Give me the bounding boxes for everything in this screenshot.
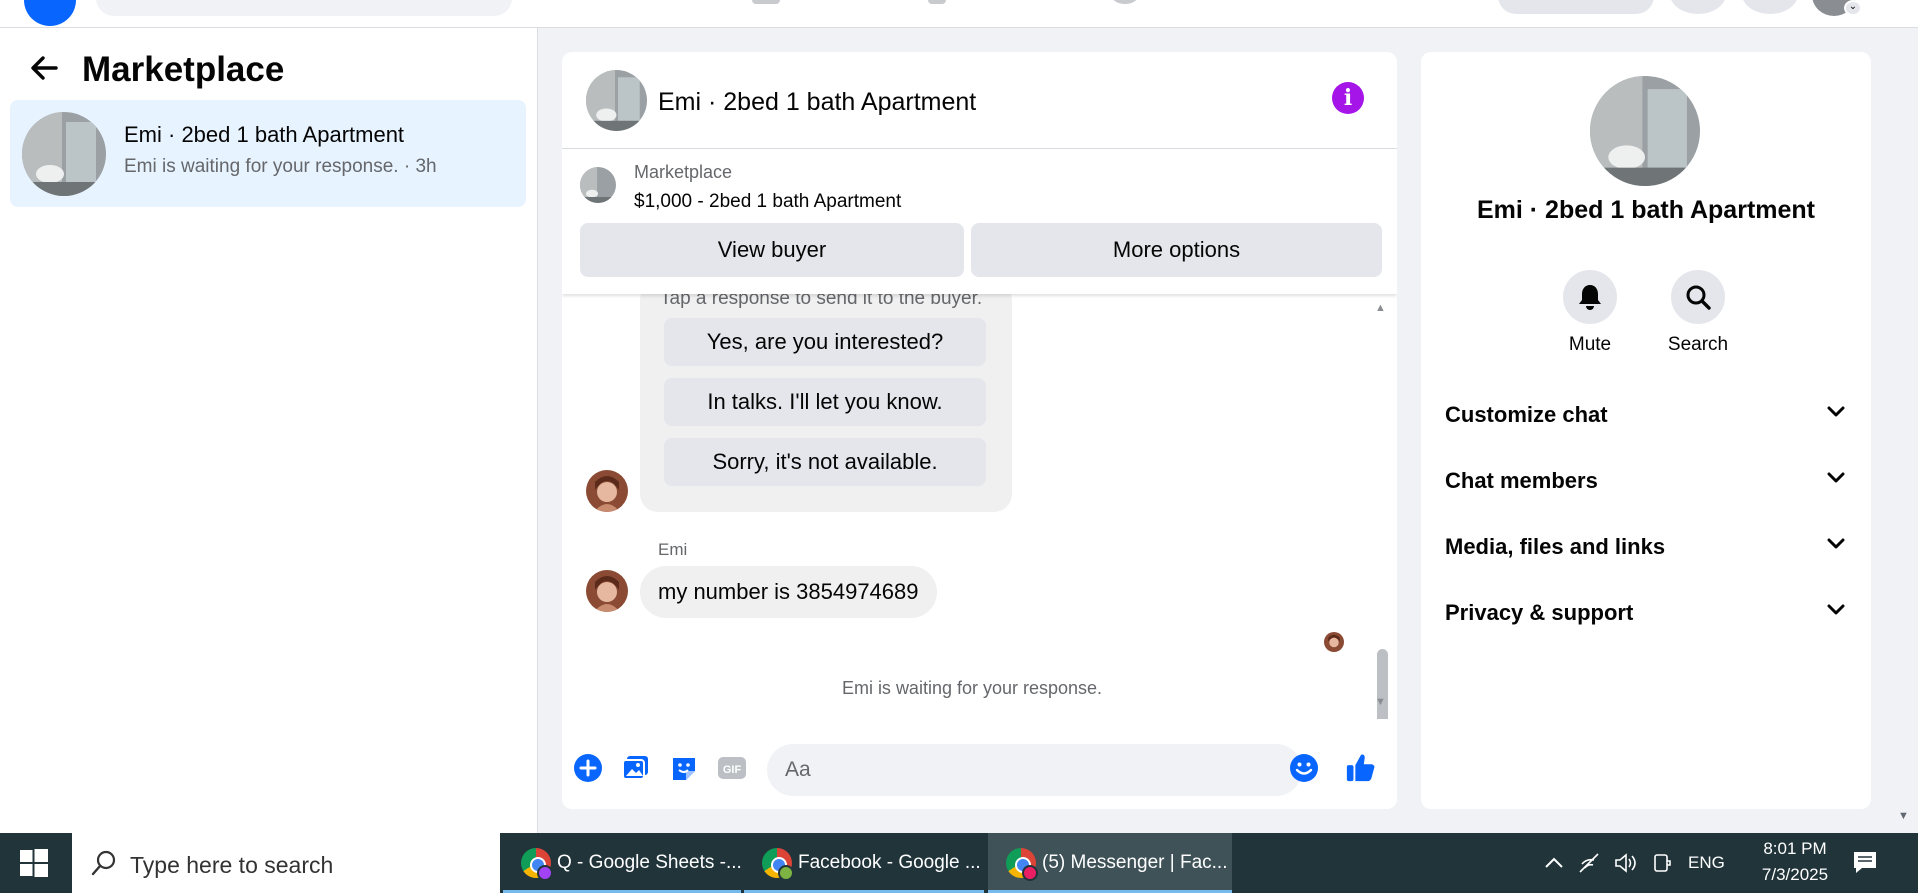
thread-status: Emi is waiting for your response. · 3h	[124, 156, 437, 177]
notification-center-icon[interactable]	[1852, 849, 1884, 877]
chevron-down-icon	[1827, 406, 1845, 417]
chevron-down-icon	[1827, 472, 1845, 483]
waiting-status-note: Emi is waiting for your response.	[841, 678, 1103, 698]
chat-title[interactable]: Emi · 2bed 1 bath Apartment	[658, 88, 976, 117]
taskbar-search-placeholder: Type here to search	[130, 852, 334, 878]
more-options-button[interactable]: More options	[971, 223, 1382, 277]
profile-badge-icon	[537, 865, 553, 881]
chat-members-section[interactable]: Chat members	[1435, 454, 1857, 510]
profile-badge-icon	[1022, 865, 1038, 881]
taskbar-app-facebook[interactable]: Facebook - Google ...	[744, 833, 984, 893]
scroll-up-arrow-icon[interactable]: ▲	[1375, 302, 1386, 314]
network-icon[interactable]	[1578, 851, 1602, 875]
show-hidden-icons-chevron-icon[interactable]	[1542, 851, 1566, 875]
facebook-search-input[interactable]	[96, 0, 512, 16]
taskbar-app-title: (5) Messenger | Fac...	[1042, 852, 1228, 873]
listing-source-label: Marketplace	[634, 162, 733, 182]
privacy-support-section[interactable]: Privacy & support	[1435, 586, 1857, 642]
groups-nav-icon[interactable]	[1112, 0, 1138, 4]
listing-price-title[interactable]: $1,000 - 2bed 1 bath Apartment	[634, 191, 901, 213]
back-arrow-icon[interactable]	[26, 50, 62, 86]
chevron-down-icon	[1827, 538, 1845, 549]
listing-photo-avatar	[22, 112, 106, 196]
clock-time[interactable]: 8:01 PM	[1750, 839, 1840, 859]
scroll-down-arrow-icon[interactable]: ▼	[1375, 696, 1386, 708]
menu-icon[interactable]	[1670, 0, 1726, 14]
taskbar-search-box[interactable]: Type here to search	[72, 833, 500, 893]
conversation-avatar[interactable]	[1590, 76, 1700, 186]
windows-start-icon[interactable]	[14, 847, 54, 879]
chat-header: Emi · 2bed 1 bath Apartment i	[562, 52, 1397, 149]
thread-list-item[interactable]: Emi · 2bed 1 bath Apartment Emi is waiti…	[10, 100, 526, 207]
svg-text:GIF: GIF	[723, 764, 742, 776]
message-scrollbar[interactable]	[1377, 649, 1388, 719]
facebook-logo-icon[interactable]	[24, 0, 76, 26]
search-icon	[91, 850, 116, 876]
input-language[interactable]: ENG	[1688, 853, 1725, 873]
windows-taskbar: Type here to search Q - Google Sheets -.…	[0, 833, 1918, 893]
volume-icon[interactable]	[1614, 851, 1638, 875]
page-title: Marketplace	[82, 50, 285, 89]
section-label: Privacy & support	[1445, 600, 1634, 625]
listing-thumbnail[interactable]	[580, 167, 616, 203]
message-composer: GIF	[562, 732, 1397, 802]
bell-icon	[1563, 270, 1617, 324]
message-list[interactable]: Tap a response to send it to the buyer. …	[562, 294, 1397, 719]
quick-reply-button[interactable]: In talks. I'll let you know.	[664, 378, 986, 426]
watch-nav-icon[interactable]	[752, 0, 780, 4]
marketplace-nav-icon[interactable]	[928, 0, 946, 4]
conversation-title: Emi · 2bed 1 bath Apartment	[1476, 196, 1815, 224]
search-icon	[1671, 270, 1725, 324]
thumbs-up-icon[interactable]	[1345, 752, 1377, 784]
profile-badge-icon	[778, 865, 794, 881]
view-buyer-button[interactable]: View buyer	[580, 223, 964, 277]
customize-chat-section[interactable]: Customize chat	[1435, 388, 1857, 444]
quick-reply-button[interactable]: Sorry, it's not available.	[664, 438, 986, 486]
search-in-conversation-button[interactable]: Search	[1655, 270, 1741, 356]
top-navigation-bar: ⌄	[0, 0, 1918, 28]
listing-card: Marketplace $1,000 - 2bed 1 bath Apartme…	[562, 149, 1397, 294]
search-label: Search	[1667, 334, 1729, 355]
sender-avatar[interactable]	[586, 470, 628, 512]
section-label: Media, files and links	[1445, 534, 1666, 559]
media-files-links-section[interactable]: Media, files and links	[1435, 520, 1857, 576]
conversation-info-icon[interactable]: i	[1332, 82, 1364, 114]
photo-icon[interactable]	[620, 752, 652, 784]
thread-name: Emi · 2bed 1 bath Apartment	[124, 122, 405, 147]
gif-icon[interactable]: GIF	[716, 752, 748, 784]
sender-name: Emi	[658, 540, 688, 559]
chevron-down-icon	[1827, 604, 1845, 615]
section-label: Chat members	[1445, 468, 1598, 493]
emoji-icon[interactable]	[1288, 752, 1320, 784]
sticker-icon[interactable]	[668, 752, 700, 784]
taskbar-app-google-sheets[interactable]: Q - Google Sheets -...	[503, 833, 742, 893]
sender-avatar[interactable]	[586, 570, 628, 612]
mute-button[interactable]: Mute	[1547, 270, 1633, 356]
plus-circle-icon[interactable]	[572, 752, 604, 784]
chat-avatar[interactable]	[586, 70, 647, 131]
message-bubble[interactable]: my number is 3854974689	[640, 566, 937, 618]
clock-date[interactable]: 7/3/2025	[1740, 865, 1850, 885]
conversation-panel: Emi · 2bed 1 bath Apartment i Marketplac…	[562, 52, 1397, 809]
quick-replies-hint: Tap a response to send it to the buyer.	[660, 294, 983, 309]
battery-icon[interactable]	[1650, 851, 1674, 875]
seen-indicator-avatar	[1324, 632, 1344, 652]
mute-label: Mute	[1568, 334, 1612, 355]
taskbar-app-title: Q - Google Sheets -...	[557, 852, 742, 873]
conversation-details-panel: Emi · 2bed 1 bath Apartment Mute Search …	[1421, 52, 1871, 809]
find-friends-button[interactable]	[1498, 0, 1654, 14]
quick-replies-card: Tap a response to send it to the buyer. …	[640, 294, 1012, 512]
account-chevron-icon[interactable]: ⌄	[1844, 0, 1862, 16]
marketplace-sidebar: Marketplace Emi · 2bed 1 bath Apartment …	[0, 28, 538, 833]
section-label: Customize chat	[1445, 402, 1608, 427]
message-input[interactable]	[767, 744, 1302, 796]
taskbar-app-title: Facebook - Google ...	[798, 852, 981, 873]
messenger-icon[interactable]	[1742, 0, 1798, 14]
page-scroll-down-arrow-icon[interactable]: ▼	[1898, 810, 1909, 822]
taskbar-app-messenger[interactable]: (5) Messenger | Fac...	[988, 833, 1232, 893]
quick-reply-button[interactable]: Yes, are you interested?	[664, 318, 986, 366]
